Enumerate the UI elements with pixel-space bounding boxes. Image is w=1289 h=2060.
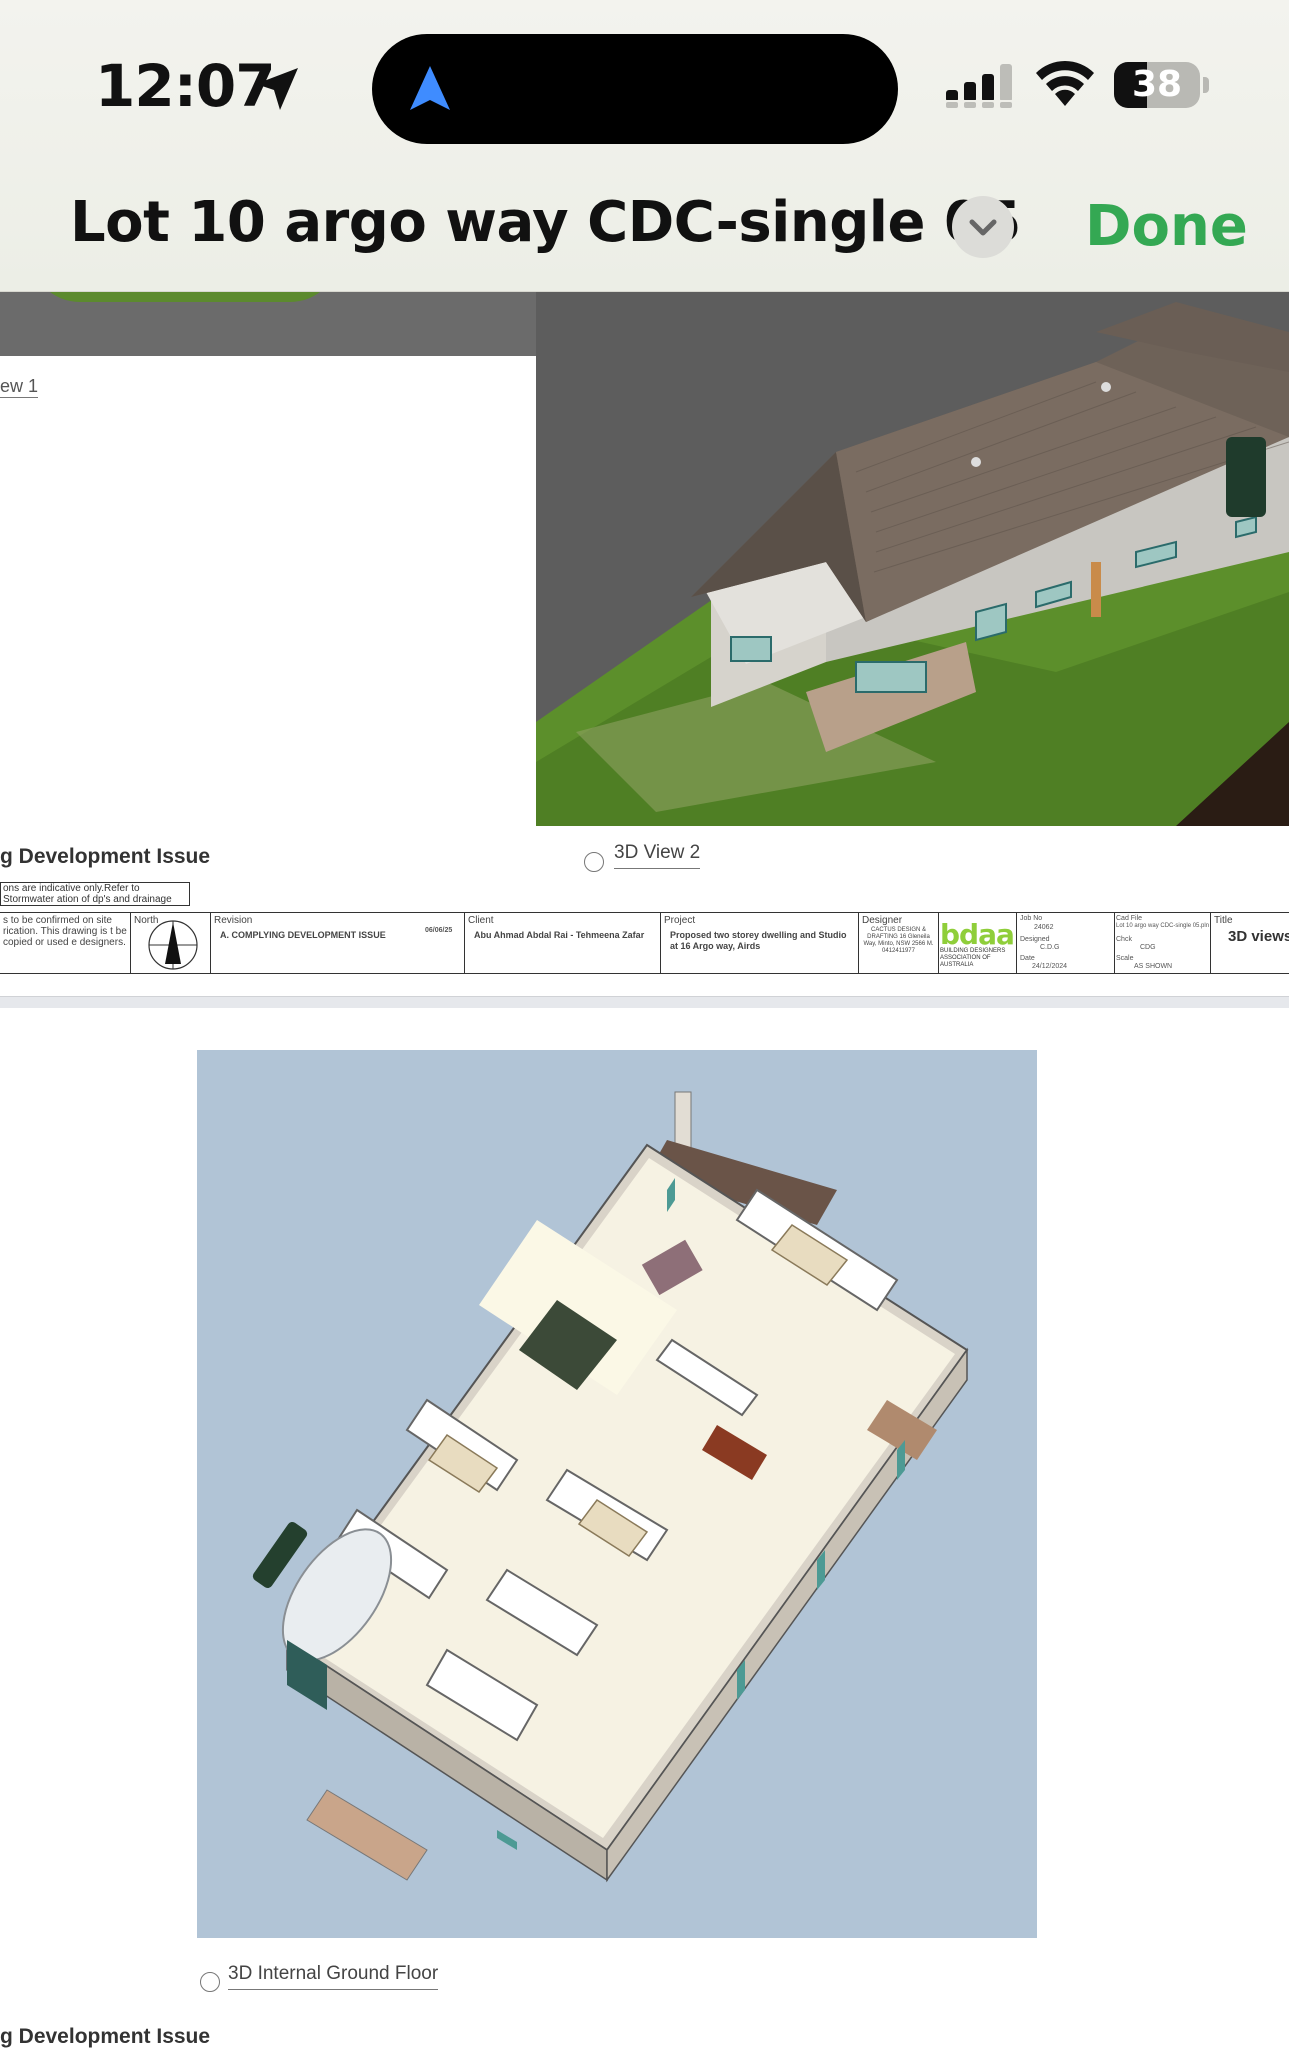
date-label: Date [1020, 955, 1035, 962]
internal-view-caption: 3D Internal Ground Floor [228, 1963, 439, 1990]
scale-label: Scale [1116, 955, 1134, 962]
date-value: 24/12/2024 [1032, 963, 1068, 970]
top-bar: 12:07 38 Lot 10 argo way CDC-single 05 D… [0, 0, 1289, 292]
client-value: Abu Ahmad Abdal Rai - Tehmeena Zafar [474, 930, 645, 940]
chevron-down-icon [969, 219, 997, 236]
view-1-caption: ew 1 [0, 376, 39, 398]
title-label: Title [1214, 915, 1233, 926]
cad-file-value: Lot 10 argo way CDC-single 05.pln [1116, 923, 1210, 929]
revision-label: Revision [214, 915, 253, 926]
designed-label: Designed [1020, 936, 1050, 943]
check-value: CDG [1140, 944, 1156, 951]
cad-file-label: Cad File [1116, 915, 1143, 922]
revision-value: A. COMPLYING DEVELOPMENT ISSUE [220, 930, 386, 940]
page-separator [0, 996, 1289, 1008]
project-value: Proposed two storey dwelling and Studio … [670, 930, 847, 951]
issue-heading-2: g Development Issue [0, 2025, 211, 2048]
designer-value: CACTUS DESIGN & DRAFTING 16 Gleneila Way… [863, 927, 934, 954]
title-menu-button[interactable] [952, 196, 1014, 258]
scale-value: AS SHOWN [1134, 963, 1173, 970]
view-2-marker [584, 852, 604, 872]
wifi-icon [1036, 60, 1094, 106]
check-label: Chck [1116, 936, 1132, 943]
status-time: 12:07 [95, 52, 276, 120]
stormwater-note: ons are indicative only.Refer to Stormwa… [0, 882, 190, 906]
3d-internal-ground-floor-render [197, 1050, 1037, 1938]
done-button[interactable]: Done [1085, 194, 1248, 259]
navigation-arrow-icon [410, 66, 450, 110]
battery-level: 38 [1131, 64, 1183, 105]
3d-exterior-render [536, 292, 1289, 826]
designer-label: Designer [862, 915, 903, 926]
internal-view-marker [200, 1972, 220, 1992]
document-title[interactable]: Lot 10 argo way CDC-single 05 [70, 190, 1021, 255]
bdaa-logo: bdaa [940, 918, 1015, 951]
issue-heading-1: g Development Issue [0, 845, 211, 868]
revision-date: 06/06/25 [425, 927, 453, 934]
battery-icon: 38 [1114, 62, 1210, 108]
north-arrow-icon [148, 920, 198, 970]
project-label: Project [664, 915, 696, 926]
job-no-label: Job No [1020, 915, 1043, 922]
title-value: 3D views [1228, 928, 1289, 945]
location-arrow-icon [256, 68, 298, 110]
cellular-signal-icon [946, 64, 1012, 108]
view-2-caption: 3D View 2 [614, 842, 701, 869]
client-label: Client [468, 915, 494, 926]
designed-value: C.D.G [1040, 944, 1060, 951]
job-no: 24062 [1034, 924, 1054, 931]
bdaa-subtitle: BUILDING DESIGNERS ASSOCIATION OF AUSTRA… [940, 948, 1006, 968]
site-note: s to be confirmed on site rication. This… [3, 915, 127, 948]
